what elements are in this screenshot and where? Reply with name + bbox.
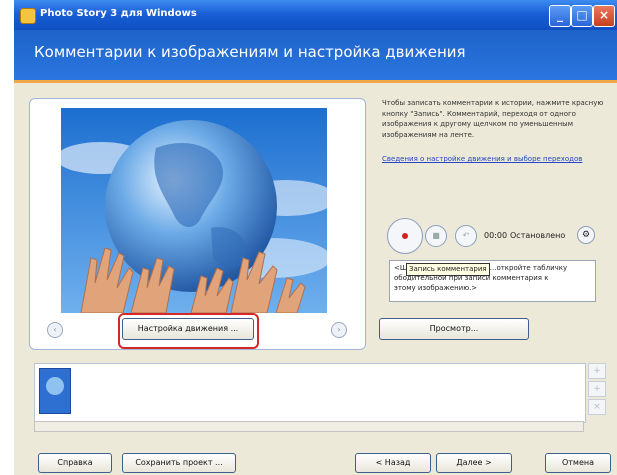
header-divider bbox=[14, 80, 617, 83]
preview-image bbox=[61, 108, 327, 313]
next-button[interactable]: Далее > bbox=[436, 453, 512, 473]
page-title: Комментарии к изображениям и настройка д… bbox=[34, 43, 466, 61]
highlight-frame bbox=[118, 313, 259, 349]
filmstrip-scrollbar[interactable] bbox=[34, 421, 584, 432]
move-left-icon[interactable]: + bbox=[588, 363, 606, 379]
save-project-button[interactable]: Сохранить проект ... bbox=[122, 453, 236, 473]
thumbnail-globe bbox=[46, 377, 64, 395]
help-button[interactable]: Справка bbox=[38, 453, 112, 473]
maximize-button[interactable]: □ bbox=[571, 5, 593, 27]
move-right-icon[interactable]: + bbox=[588, 381, 606, 397]
title-bar: Photo Story 3 для Windows _ □ × bbox=[14, 0, 617, 30]
preview-button[interactable]: Просмотр... bbox=[379, 318, 529, 340]
window-title: Photo Story 3 для Windows bbox=[40, 8, 197, 19]
cancel-button[interactable]: Отмена bbox=[545, 453, 611, 473]
next-image-button[interactable]: › bbox=[331, 322, 347, 338]
app-window: Photo Story 3 для Windows _ □ × Коммента… bbox=[14, 0, 617, 475]
previous-image-button[interactable]: ‹ bbox=[47, 322, 63, 338]
record-status: Остановлено bbox=[510, 231, 566, 240]
delete-icon[interactable]: × bbox=[588, 399, 606, 415]
stop-button[interactable]: ■ bbox=[425, 225, 447, 247]
record-button[interactable] bbox=[387, 218, 423, 254]
record-time: 00:00 bbox=[484, 231, 508, 240]
close-button[interactable]: × bbox=[593, 5, 615, 27]
minimize-button[interactable]: _ bbox=[549, 5, 571, 27]
filmstrip bbox=[34, 363, 586, 423]
page-header: Комментарии к изображениям и настройка д… bbox=[14, 30, 617, 80]
record-icon bbox=[402, 233, 408, 239]
filmstrip-thumbnail[interactable] bbox=[39, 368, 71, 414]
undo-icon[interactable]: ↶ bbox=[455, 225, 477, 247]
record-tooltip: Запись комментария bbox=[406, 263, 490, 276]
comment-line-3: этому изображению.> bbox=[394, 284, 478, 292]
microphone-settings-icon[interactable]: ⚙ bbox=[577, 226, 595, 244]
back-button[interactable]: < Назад bbox=[355, 453, 431, 473]
app-icon bbox=[20, 8, 36, 24]
motion-help-link[interactable]: Сведения о настройке движения и выборе п… bbox=[382, 155, 582, 163]
instructions-text: Чтобы записать комментарии к истории, на… bbox=[382, 99, 604, 139]
